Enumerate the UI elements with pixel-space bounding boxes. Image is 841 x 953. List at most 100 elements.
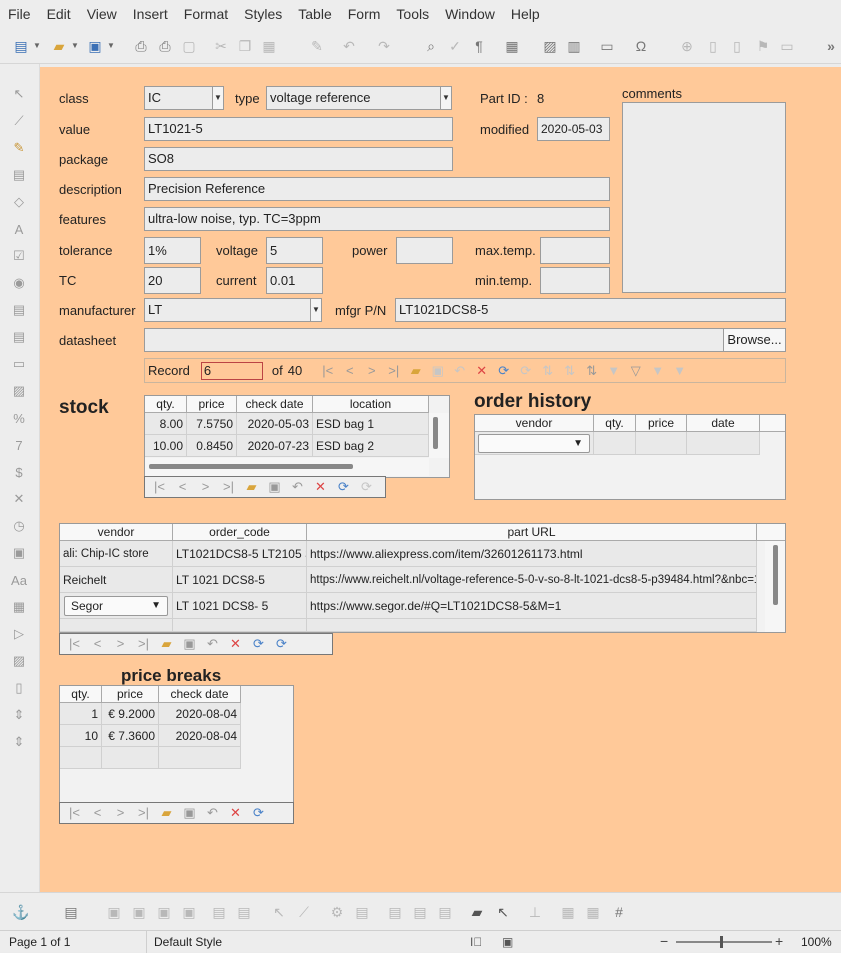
paste-icon[interactable]: ▦ <box>260 37 278 55</box>
current-field[interactable]: 0.01 <box>266 267 323 294</box>
refresh-control-icon[interactable]: ⟳ <box>358 478 375 496</box>
special-character-icon[interactable]: Ω <box>632 37 650 55</box>
autofilter-icon[interactable]: ▼ <box>605 362 622 380</box>
modified-field[interactable]: 2020-05-03 <box>537 117 610 141</box>
image-button-icon[interactable]: ▨ <box>10 382 28 400</box>
new-record-icon[interactable]: ▰ <box>407 362 424 380</box>
chevron-down-icon[interactable]: ▼ <box>573 433 583 454</box>
chevron-down-icon[interactable]: ▼ <box>71 41 79 50</box>
pb-qty-cell[interactable]: 1 <box>60 703 102 725</box>
menu-format[interactable]: Format <box>176 0 236 28</box>
stock-price-cell[interactable]: 7.5750 <box>187 413 237 435</box>
pb-col-price[interactable]: price <box>102 686 159 703</box>
first-record-icon[interactable]: |< <box>66 804 83 822</box>
save-record-icon[interactable]: ▣ <box>266 478 283 496</box>
apply-filter-icon[interactable]: ▼ <box>649 362 666 380</box>
forward-icon[interactable]: ▣ <box>130 903 148 921</box>
to-foreground-icon[interactable]: ▤ <box>210 903 228 921</box>
track-changes-icon[interactable]: ⚑ <box>754 37 772 55</box>
chevron-down-icon[interactable]: ▼ <box>151 597 161 615</box>
clone-formatting-icon[interactable]: ✎ <box>308 37 326 55</box>
bring-front-icon[interactable]: ▣ <box>105 903 123 921</box>
chevron-down-icon[interactable]: ▼ <box>310 299 321 321</box>
align-icon[interactable]: ▤ <box>62 903 80 921</box>
vendor-dropdown[interactable]: ▼ <box>478 434 590 453</box>
scrollbar-thumb[interactable] <box>433 417 438 449</box>
manufacturer-select[interactable]: LT ▼ <box>144 298 322 322</box>
helplines-icon[interactable]: # <box>610 903 628 921</box>
stock-col-location[interactable]: location <box>313 396 429 413</box>
vendor-col-part-url[interactable]: part URL <box>307 524 757 541</box>
vendor-vertical-scrollbar[interactable] <box>765 541 785 632</box>
display-grid-icon[interactable]: ▦ <box>559 903 577 921</box>
undo-record-icon[interactable]: ↶ <box>451 362 468 380</box>
new-document-icon[interactable]: ▤ <box>12 37 30 55</box>
empty-cell[interactable] <box>102 747 159 769</box>
record-number-input[interactable]: 6 <box>200 361 263 380</box>
order-code-cell[interactable]: LT 1021 DCS8-5 <box>173 567 307 593</box>
previous-record-icon[interactable]: < <box>89 804 106 822</box>
vendor-col-order-code[interactable]: order_code <box>173 524 307 541</box>
formatted-field-icon[interactable]: % <box>10 409 28 427</box>
undo-icon[interactable]: ↶ <box>340 37 358 55</box>
file-selection-icon[interactable]: ▯ <box>10 679 28 697</box>
menu-form[interactable]: Form <box>340 0 389 28</box>
chevron-down-icon[interactable]: ▼ <box>107 41 115 50</box>
zoom-out-icon[interactable]: − <box>660 933 668 949</box>
type-select[interactable]: voltage reference ▼ <box>266 86 452 110</box>
next-record-icon[interactable]: > <box>112 635 129 653</box>
last-record-icon[interactable]: >| <box>220 478 237 496</box>
package-field[interactable]: SO8 <box>144 147 453 171</box>
pb-col-check-date[interactable]: check date <box>159 686 241 703</box>
zoom-level[interactable]: 100% <box>801 935 832 949</box>
menu-table[interactable]: Table <box>290 0 339 28</box>
refresh-control-icon[interactable]: ⟳ <box>517 362 534 380</box>
menu-view[interactable]: View <box>79 0 125 28</box>
order-col-price[interactable]: price <box>636 415 687 432</box>
empty-cell[interactable] <box>60 747 102 769</box>
insert-image-icon[interactable]: ▨ <box>541 37 559 55</box>
snap-to-grid-icon[interactable]: ▦ <box>584 903 602 921</box>
page-indicator[interactable]: Page 1 of 1 <box>9 935 70 949</box>
form-navigator-icon[interactable]: ▤ <box>386 903 404 921</box>
scrollbar-thumb[interactable] <box>149 464 353 469</box>
stock-col-price[interactable]: price <box>187 396 237 413</box>
delete-record-icon[interactable]: ✕ <box>227 635 244 653</box>
menu-help[interactable]: Help <box>503 0 548 28</box>
form-properties-icon[interactable]: ▤ <box>353 903 371 921</box>
zoom-slider[interactable] <box>676 936 772 948</box>
stock-location-cell[interactable]: ESD bag 1 <box>313 413 429 435</box>
order-qty-cell[interactable] <box>594 432 636 455</box>
stock-qty-cell[interactable]: 8.00 <box>145 413 187 435</box>
checkbox-icon[interactable]: ☑ <box>10 247 28 265</box>
menu-tools[interactable]: Tools <box>388 0 437 28</box>
currency-field-icon[interactable]: $ <box>10 463 28 481</box>
menu-edit[interactable]: Edit <box>39 0 79 28</box>
formatting-marks-icon[interactable]: ¶ <box>470 37 488 55</box>
delete-record-icon[interactable]: ✕ <box>312 478 329 496</box>
control-properties-icon[interactable]: ⚙ <box>328 903 346 921</box>
option-button-icon[interactable]: ◉ <box>10 274 28 292</box>
stock-check-date-cell[interactable]: 2020-05-03 <box>237 413 313 435</box>
next-record-icon[interactable]: > <box>112 804 129 822</box>
scrollbar-thumb[interactable] <box>773 545 778 605</box>
order-vendor-cell[interactable]: ▼ <box>475 432 594 455</box>
value-field[interactable]: LT1021-5 <box>144 117 453 141</box>
voltage-field[interactable]: 5 <box>266 237 323 264</box>
cut-icon[interactable]: ✂ <box>212 37 230 55</box>
redo-icon[interactable]: ↷ <box>375 37 393 55</box>
table-control-icon[interactable]: ▦ <box>10 598 28 616</box>
order-col-qty[interactable]: qty. <box>594 415 636 432</box>
order-price-cell[interactable] <box>636 432 687 455</box>
open-in-design-mode-icon[interactable]: ▰ <box>468 903 486 921</box>
browse-button[interactable]: Browse... <box>723 328 786 352</box>
previous-record-icon[interactable]: < <box>341 362 358 380</box>
stock-col-qty[interactable]: qty. <box>145 396 187 413</box>
pb-check-date-cell[interactable]: 2020-08-04 <box>159 703 241 725</box>
to-background-icon[interactable]: ▤ <box>235 903 253 921</box>
open-icon[interactable]: ▰ <box>50 37 68 55</box>
next-record-icon[interactable]: > <box>197 478 214 496</box>
page-style[interactable]: Default Style <box>154 935 222 949</box>
chevron-down-icon[interactable]: ▼ <box>33 41 41 50</box>
export-pdf-icon[interactable]: ⎙ <box>132 37 150 55</box>
